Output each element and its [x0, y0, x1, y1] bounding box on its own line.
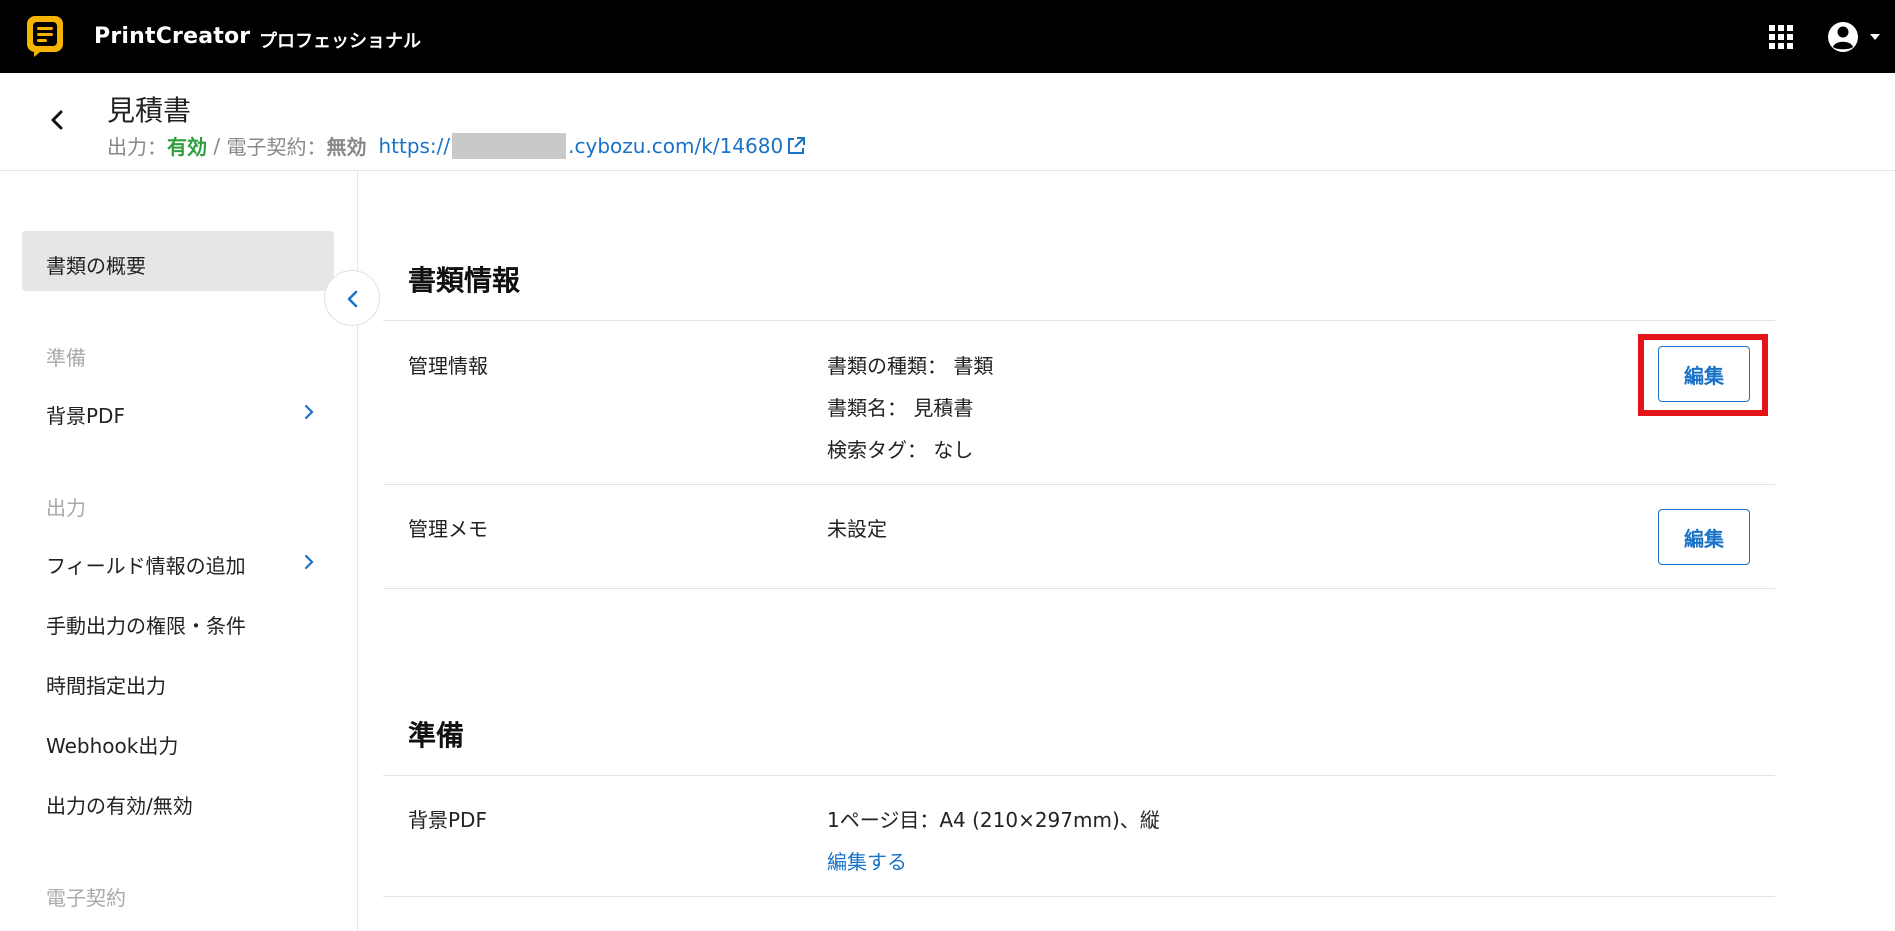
background-pdf-label: 背景PDF [408, 808, 487, 832]
sidebar-item-output-toggle[interactable]: 出力の有効/無効 [46, 790, 316, 819]
chevron-right-icon [304, 404, 314, 420]
user-account-icon[interactable] [1826, 18, 1886, 56]
sidebar-section-esign: 電子契約 [46, 886, 126, 910]
background-pdf-value: 1ページ目：A4 (210×297mm)、縦 [827, 808, 1160, 832]
doc-info-section-title: 書類情報 [408, 264, 521, 297]
kintone-app-link[interactable]: https:// .cybozu.com/k/14680 [378, 132, 807, 159]
management-memo-value: 未設定 [827, 517, 887, 541]
row-divider [383, 320, 1775, 321]
esign-status-label: 電子契約： [226, 135, 327, 159]
row-divider [383, 896, 1775, 897]
app-grid-icon[interactable] [1768, 24, 1794, 50]
sidebar-item-webhook-output[interactable]: Webhook出力 [46, 730, 316, 759]
management-memo-label: 管理メモ [408, 517, 488, 541]
back-arrow-icon[interactable] [44, 106, 72, 134]
doc-name-value: 書類名： 見積書 [827, 396, 974, 420]
chevron-left-icon [347, 290, 358, 308]
row-divider [383, 588, 1775, 589]
sidebar-item-background-pdf[interactable]: 背景PDF [46, 400, 316, 429]
sidebar-item-label: フィールド情報の追加 [46, 554, 246, 578]
background-pdf-edit-link[interactable]: 編集する [827, 846, 907, 875]
row-divider [383, 484, 1775, 485]
sidebar: 書類の概要 準備 背景PDF 出力 フィールド情報の追加 手動出力の権限・条件 … [0, 171, 358, 931]
status-separator: / [207, 133, 227, 158]
sidebar-item-manual-output[interactable]: 手動出力の権限・条件 [46, 610, 316, 639]
management-info-label: 管理情報 [408, 354, 488, 378]
link-prefix: https:// [378, 133, 451, 158]
page-title: 見積書 [107, 94, 192, 127]
plan-label: プロフェッショナル [259, 31, 421, 52]
sidebar-section-output: 出力 [46, 496, 86, 520]
external-link-icon [788, 136, 806, 154]
status-line: 出力： 有効 / 電子契約： 無効 https:// .cybozu.com/k… [107, 131, 807, 160]
esign-status-value: 無効 [326, 135, 367, 159]
output-status-value: 有効 [167, 135, 207, 159]
top-bar: PrintCreator プロフェッショナル [0, 0, 1895, 73]
management-memo-edit-button[interactable]: 編集 [1658, 509, 1750, 565]
sidebar-item-label: 背景PDF [46, 404, 125, 428]
doc-type-value: 書類の種類： 書類 [827, 354, 994, 378]
sidebar-item-scheduled-output[interactable]: 時間指定出力 [46, 670, 316, 699]
search-tag-value: 検索タグ： なし [827, 438, 974, 462]
sidebar-item-field-info[interactable]: フィールド情報の追加 [46, 550, 316, 579]
highlight-annotation [1638, 334, 1768, 416]
prep-section-title: 準備 [408, 719, 465, 752]
sidebar-collapse-button[interactable] [324, 270, 380, 326]
redacted-subdomain [452, 132, 567, 159]
sidebar-section-prep: 準備 [46, 346, 86, 370]
chevron-right-icon [304, 554, 314, 570]
sidebar-item-overview[interactable]: 書類の概要 [22, 231, 334, 291]
output-status-label: 出力： [107, 135, 167, 159]
printcreator-logo-icon[interactable] [26, 15, 64, 58]
app-name: PrintCreator [94, 24, 251, 49]
row-divider [383, 775, 1775, 776]
link-suffix: .cybozu.com/k/14680 [568, 133, 784, 158]
sidebar-item-label: 書類の概要 [46, 254, 146, 278]
